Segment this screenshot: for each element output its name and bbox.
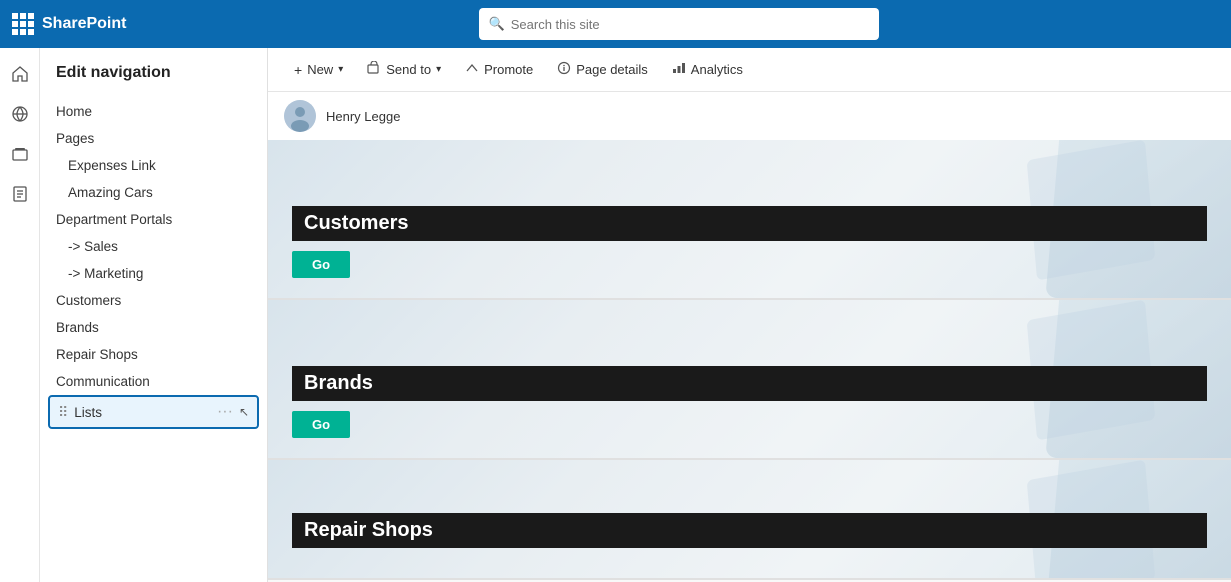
more-icon-lists[interactable]: ···	[217, 403, 233, 421]
search-container: 🔍	[138, 8, 1219, 40]
nav-panel: Edit navigation Home ··· Pages ··· Expen…	[40, 48, 268, 582]
nav-item-lists[interactable]: ⠿ Lists ··· ↖	[48, 395, 259, 429]
analytics-icon	[672, 61, 686, 78]
nav-item-brands[interactable]: Brands ···	[40, 314, 267, 341]
waffle-icon[interactable]	[12, 13, 34, 35]
repair-shops-card-title: Repair Shops	[292, 513, 1207, 548]
cursor-pointer-icon: ↖	[239, 405, 249, 419]
promote-icon	[465, 61, 479, 78]
brands-go-button[interactable]: Go	[292, 411, 350, 438]
user-name: Henry Legge	[326, 109, 400, 124]
top-bar: SharePoint 🔍	[0, 0, 1231, 48]
new-button[interactable]: + New ▾	[284, 58, 353, 82]
page-icon[interactable]	[2, 176, 38, 212]
nav-item-department-portals[interactable]: Department Portals ···	[40, 206, 267, 233]
nav-item-pages[interactable]: Pages ···	[40, 125, 267, 152]
main-content: + New ▾ Send to ▾ Promote	[268, 48, 1231, 582]
left-sidebar	[0, 48, 40, 582]
search-wrapper: 🔍	[479, 8, 879, 40]
app-name: SharePoint	[42, 15, 126, 33]
customers-card: Customers Go	[268, 140, 1231, 300]
user-row: Henry Legge	[268, 92, 1231, 140]
nav-item-communication[interactable]: Communication ···	[40, 368, 267, 395]
app-logo[interactable]: SharePoint	[12, 13, 126, 35]
promote-button[interactable]: Promote	[455, 57, 543, 82]
toolbar: + New ▾ Send to ▾ Promote	[268, 48, 1231, 92]
page-details-button[interactable]: Page details	[547, 57, 658, 82]
globe-icon[interactable]	[2, 96, 38, 132]
nav-item-amazing-cars[interactable]: Amazing Cars ···	[40, 179, 267, 206]
new-icon: +	[294, 62, 302, 78]
send-to-icon	[367, 61, 381, 78]
nav-item-sales[interactable]: -> Sales ···	[40, 233, 267, 260]
avatar	[284, 100, 316, 132]
layers-icon[interactable]	[2, 136, 38, 172]
page-details-icon	[557, 61, 571, 78]
search-input[interactable]	[479, 8, 879, 40]
repair-shops-card: Repair Shops	[268, 460, 1231, 580]
nav-item-home[interactable]: Home ···	[40, 98, 267, 125]
drag-handle-icon: ⠿	[58, 404, 68, 421]
new-chevron-icon: ▾	[338, 64, 343, 75]
home-icon[interactable]	[2, 56, 38, 92]
nav-title: Edit navigation	[40, 64, 267, 98]
nav-item-repair-shops[interactable]: Repair Shops ···	[40, 341, 267, 368]
customers-card-title: Customers	[292, 206, 1207, 241]
send-to-chevron-icon: ▾	[436, 64, 441, 75]
nav-item-customers[interactable]: Customers ···	[40, 287, 267, 314]
send-to-button[interactable]: Send to ▾	[357, 57, 451, 82]
customers-go-button[interactable]: Go	[292, 251, 350, 278]
nav-item-marketing[interactable]: -> Marketing ···	[40, 260, 267, 287]
cards-area: Customers Go Brands Go Repair Shops	[268, 140, 1231, 580]
analytics-button[interactable]: Analytics	[662, 57, 753, 82]
nav-item-expenses-link[interactable]: Expenses Link ···	[40, 152, 267, 179]
search-icon: 🔍	[489, 16, 505, 32]
brands-card: Brands Go	[268, 300, 1231, 460]
brands-card-title: Brands	[292, 366, 1207, 401]
